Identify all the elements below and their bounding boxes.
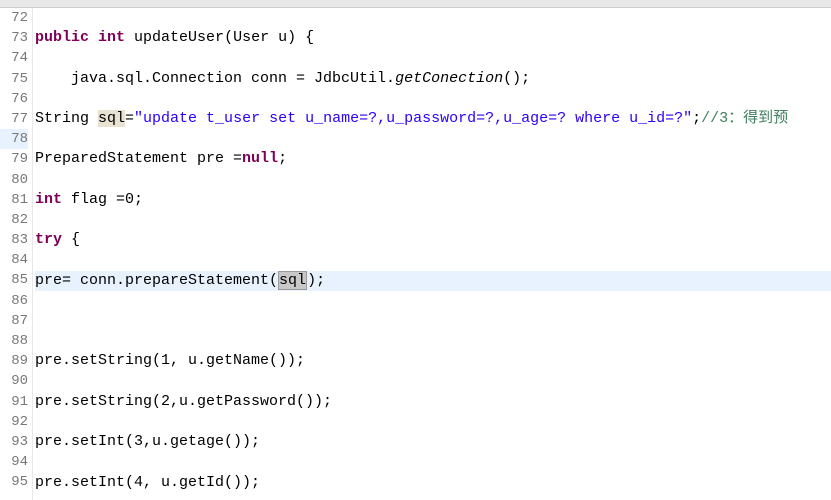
code-line[interactable]: String sql="update t_user set u_name=?,u… [35,109,831,129]
line-number: 72 [0,8,28,28]
code-line[interactable]: java.sql.Connection conn = JdbcUtil.getC… [35,69,831,89]
line-number: 90 [0,371,28,391]
code-editor[interactable]: 72 73 74 75 76 77 78 79 80 81 82 83 84 8… [0,8,831,500]
line-number: 95 [0,472,28,492]
code-line[interactable]: pre.setString(1, u.getName()); [35,351,831,371]
code-line[interactable]: pre.setString(2,u.getPassword()); [35,392,831,412]
line-number: 82 [0,210,28,230]
highlighted-variable: sql [98,110,125,127]
line-number: 83 [0,230,28,250]
highlighted-variable: sql [278,271,307,290]
line-number: 75 [0,69,28,89]
line-number: 91 [0,392,28,412]
line-number: 85 [0,270,28,290]
line-number: 78 [0,129,28,149]
code-area[interactable]: public int updateUser(User u) { java.sql… [33,8,831,500]
code-line[interactable] [35,311,831,331]
line-number-gutter: 72 73 74 75 76 77 78 79 80 81 82 83 84 8… [0,8,33,500]
line-number: 94 [0,452,28,472]
code-line[interactable]: pre.setInt(3,u.getage()); [35,432,831,452]
line-number: 79 [0,149,28,169]
line-number: 93 [0,432,28,452]
line-number: 73 [0,28,28,48]
code-line[interactable]: public int updateUser(User u) { [35,28,831,48]
line-number: 81 [0,190,28,210]
line-number: 74 [0,48,28,68]
code-line-current[interactable]: pre= conn.prepareStatement(sql); [35,271,831,291]
editor-tabs[interactable] [0,0,831,8]
line-number: 80 [0,170,28,190]
line-number: 92 [0,412,28,432]
line-number: 89 [0,351,28,371]
code-line[interactable]: pre.setInt(4, u.getId()); [35,473,831,493]
code-line[interactable]: int flag =0; [35,190,831,210]
line-number: 84 [0,250,28,270]
line-number: 76 [0,89,28,109]
code-line[interactable]: PreparedStatement pre =null; [35,149,831,169]
code-line[interactable]: try { [35,230,831,250]
line-number: 87 [0,311,28,331]
line-number: 88 [0,331,28,351]
line-number: 77 [0,109,28,129]
line-number: 86 [0,291,28,311]
